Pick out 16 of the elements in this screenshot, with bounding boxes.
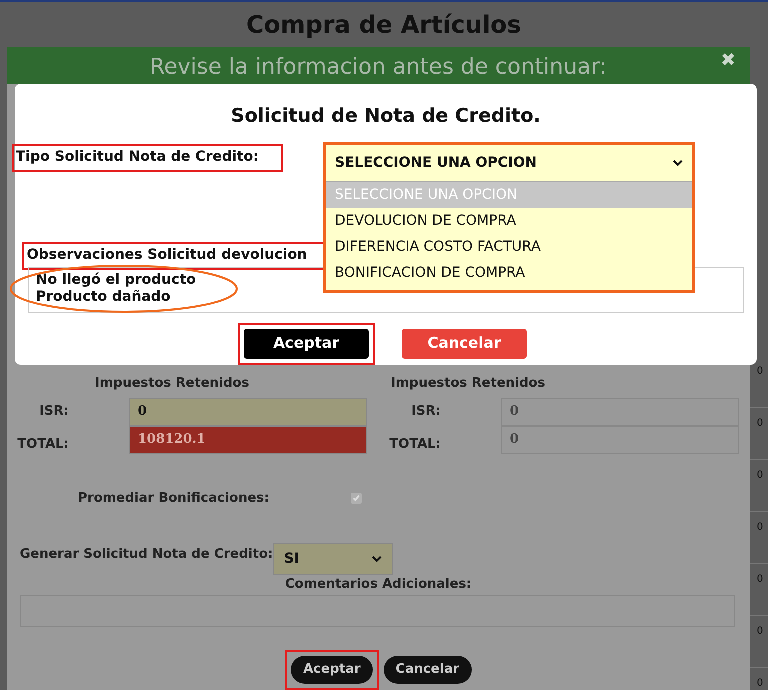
observation-line: Producto dañado <box>36 288 172 306</box>
panel-header-text: Revise la informacion antes de continuar: <box>150 54 608 82</box>
isr-label: ISR: <box>412 402 441 420</box>
dialog-title: Solicitud de Nota de Credito. <box>231 104 541 129</box>
observation-line: No llegó el producto <box>36 272 196 288</box>
isr-label: ISR: <box>40 402 69 420</box>
total-label: TOTAL: <box>390 436 441 454</box>
section-heading: Impuestos Retenidos <box>391 375 546 393</box>
page-title: Compra de Artículos <box>246 10 522 40</box>
tipo-label: Tipo Solicitud Nota de Credito: <box>16 148 259 167</box>
section-heading: Impuestos Retenidos <box>95 375 250 393</box>
observaciones-label: Observaciones Solicitud devolucion <box>27 246 308 265</box>
generar-label: Generar Solicitud Nota de Credito: <box>20 546 274 564</box>
total-label: TOTAL: <box>18 436 69 454</box>
comentarios-label: Comentarios Adicionales: <box>285 576 472 594</box>
promediar-label: Promediar Bonificaciones: <box>78 490 270 508</box>
